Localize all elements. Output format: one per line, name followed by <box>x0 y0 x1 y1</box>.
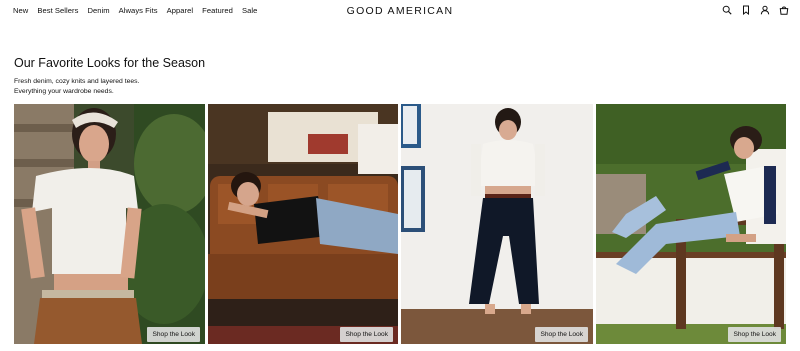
subtitle-line: Everything your wardrobe needs. <box>14 88 114 95</box>
account-icon[interactable] <box>760 5 770 15</box>
cart-icon[interactable] <box>779 5 789 15</box>
subtitle-line: Fresh denim, cozy knits and layered tees… <box>14 78 140 85</box>
shop-the-look-button[interactable]: Shop the Look <box>147 327 200 342</box>
look-photo <box>14 104 205 344</box>
shop-the-look-button[interactable]: Shop the Look <box>728 327 781 342</box>
search-icon[interactable] <box>722 5 732 15</box>
bookmark-icon[interactable] <box>741 5 751 15</box>
brand-logo[interactable]: GOOD AMERICAN <box>0 5 800 17</box>
site-header: New Best Sellers Denim Always Fits Appar… <box>0 0 800 22</box>
look-photo <box>401 104 593 344</box>
look-card[interactable]: Shop the Look <box>14 104 205 344</box>
look-card[interactable]: Shop the Look <box>401 104 593 344</box>
look-photo <box>596 104 786 344</box>
shop-the-look-button[interactable]: Shop the Look <box>340 327 393 342</box>
look-card[interactable]: Shop the Look <box>596 104 786 344</box>
header-icons <box>722 5 789 15</box>
shop-the-look-button[interactable]: Shop the Look <box>535 327 588 342</box>
looks-grid: Shop the Look Shop the Look Shop the Loo… <box>14 104 786 344</box>
look-photo <box>208 104 398 344</box>
section-title: Our Favorite Looks for the Season <box>14 56 206 70</box>
look-card[interactable]: Shop the Look <box>208 104 398 344</box>
section-subtitle: Fresh denim, cozy knits and layered tees… <box>14 77 274 97</box>
